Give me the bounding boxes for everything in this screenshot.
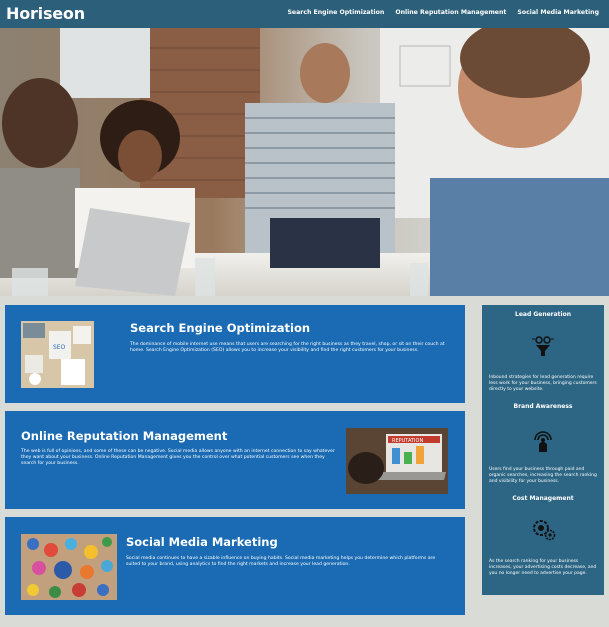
seo-badge: SEO bbox=[53, 344, 66, 351]
social-title: Social Media Marketing bbox=[126, 535, 278, 549]
brand-awareness-icon bbox=[529, 426, 557, 454]
reputation-badge: REPUTATION bbox=[392, 438, 423, 444]
reputation-text: The web is full of opinions, and some of… bbox=[21, 449, 335, 466]
benefit-lead-generation: Lead Generation Inbound strategies for l… bbox=[482, 311, 604, 392]
benefit-brand-awareness: Brand Awareness Users find your business… bbox=[482, 403, 604, 484]
seo-text: The dominance of mobile internet use mea… bbox=[130, 342, 445, 353]
social-card: Social Media Marketing Social media cont… bbox=[5, 517, 465, 615]
benefit-text: Inbound strategies for lead generation r… bbox=[489, 375, 597, 392]
main-nav: Search Engine Optimization Online Reputa… bbox=[287, 9, 599, 16]
reputation-card: Online Reputation Management The web is … bbox=[5, 411, 465, 509]
benefit-title: Lead Generation bbox=[515, 311, 571, 318]
benefits-sidebar: Lead Generation Inbound strategies for l… bbox=[482, 305, 604, 595]
benefit-cost-management: Cost Management As the search ranking fo… bbox=[482, 495, 604, 576]
seo-image: SEO bbox=[21, 321, 94, 388]
reputation-title: Online Reputation Management bbox=[21, 429, 228, 443]
site-header: Horiseon Search Engine Optimization Onli… bbox=[0, 0, 609, 28]
nav-link-social[interactable]: Social Media Marketing bbox=[517, 9, 599, 16]
benefit-title: Cost Management bbox=[512, 495, 574, 502]
benefit-text: As the search ranking for your business … bbox=[489, 559, 597, 576]
benefit-title: Brand Awareness bbox=[513, 403, 573, 410]
hero-image bbox=[0, 28, 609, 296]
site-logo[interactable]: Horiseon bbox=[6, 4, 85, 23]
reputation-image: REPUTATION bbox=[346, 428, 448, 494]
cost-management-icon bbox=[529, 516, 557, 544]
seo-title: Search Engine Optimization bbox=[130, 321, 311, 335]
benefit-text: Users find your business through paid an… bbox=[489, 467, 597, 484]
nav-link-seo[interactable]: Search Engine Optimization bbox=[287, 9, 384, 16]
nav-link-reputation[interactable]: Online Reputation Management bbox=[395, 9, 506, 16]
lead-generation-icon bbox=[529, 331, 557, 359]
social-image bbox=[21, 534, 117, 600]
seo-card: SEO Search Engine Optimization The domin… bbox=[5, 305, 465, 403]
social-text: Social media continues to have a sizable… bbox=[126, 556, 436, 567]
